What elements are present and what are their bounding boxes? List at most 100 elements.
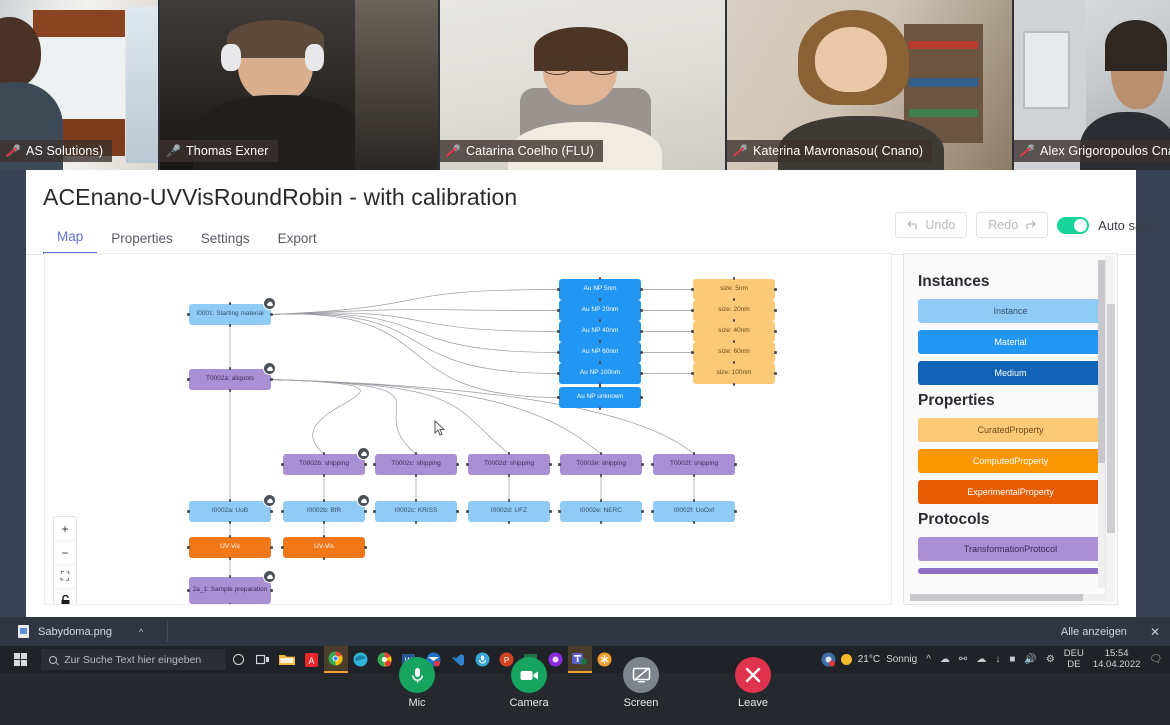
node-port[interactable] xyxy=(549,510,552,513)
adobe-reader-button[interactable]: A xyxy=(299,646,323,673)
graph-node[interactable]: T0002f: shipping xyxy=(653,454,735,475)
edge-button[interactable] xyxy=(348,646,372,673)
node-port[interactable] xyxy=(640,372,643,375)
node-port[interactable] xyxy=(228,557,232,560)
graph-node[interactable]: size: 5nm xyxy=(693,279,775,300)
chrome-button[interactable] xyxy=(323,646,349,673)
node-port[interactable] xyxy=(598,277,602,280)
node-port[interactable] xyxy=(187,510,190,513)
video-tile-0[interactable]: 🎤 AS Solutions) xyxy=(0,0,160,170)
node-port[interactable] xyxy=(466,510,469,513)
node-port[interactable] xyxy=(507,474,511,477)
node-port[interactable] xyxy=(774,330,777,333)
chevron-up-icon[interactable]: ^ xyxy=(139,627,143,637)
node-port[interactable] xyxy=(732,361,736,364)
node-port[interactable] xyxy=(270,546,273,549)
teams-button[interactable] xyxy=(567,646,592,673)
screen-share-off-icon[interactable] xyxy=(623,657,659,693)
graph-node[interactable]: UV-Vis xyxy=(189,537,271,558)
node-port[interactable] xyxy=(228,302,232,305)
node-port[interactable] xyxy=(774,309,777,312)
purple-app-button[interactable] xyxy=(543,646,567,673)
node-port[interactable] xyxy=(558,463,561,466)
tab-settings[interactable]: Settings xyxy=(187,225,264,254)
node-port[interactable] xyxy=(228,389,232,392)
lock-button[interactable] xyxy=(54,589,76,604)
start-button[interactable] xyxy=(0,646,41,673)
vscode-button[interactable] xyxy=(446,646,470,673)
graph-node[interactable]: T0002e: shipping xyxy=(560,454,642,475)
node-port[interactable] xyxy=(507,521,511,524)
node-port[interactable] xyxy=(692,474,696,477)
node-port[interactable] xyxy=(557,288,560,291)
node-port[interactable] xyxy=(466,463,469,466)
node-port[interactable] xyxy=(281,463,284,466)
tab-properties[interactable]: Properties xyxy=(97,225,187,254)
node-port[interactable] xyxy=(640,288,643,291)
graph-node[interactable]: I0002a: UoB xyxy=(189,501,271,522)
node-port[interactable] xyxy=(598,298,602,301)
node-cloud-badge-icon[interactable] xyxy=(357,447,370,460)
bluetooth-icon[interactable]: ⚯ xyxy=(959,654,967,665)
node-port[interactable] xyxy=(364,463,367,466)
node-port[interactable] xyxy=(414,499,418,502)
fit-screen-button[interactable]: ⛶ xyxy=(54,565,76,589)
node-port[interactable] xyxy=(414,452,418,455)
graph-node[interactable]: UV-Vis xyxy=(283,537,365,558)
graph-node[interactable]: T0002b: shipping xyxy=(283,454,365,475)
node-port[interactable] xyxy=(281,546,284,549)
autosave-toggle[interactable] xyxy=(1057,216,1090,234)
node-port[interactable] xyxy=(691,309,694,312)
weather-widget[interactable]: 21°C Sonnig xyxy=(840,654,917,665)
palette-item[interactable]: ComputedProperty xyxy=(918,449,1103,473)
node-port[interactable] xyxy=(507,452,511,455)
node-port[interactable] xyxy=(228,499,232,502)
graph-canvas[interactable]: I0001: Starting material T0002a: aliquots… xyxy=(44,253,892,605)
node-port[interactable] xyxy=(598,407,602,410)
node-port[interactable] xyxy=(641,510,644,513)
node-port[interactable] xyxy=(228,575,232,578)
node-port[interactable] xyxy=(373,510,376,513)
clock[interactable]: 15:54 14.04.2022 xyxy=(1093,648,1141,670)
graph-node[interactable]: Au NP 60nm xyxy=(559,342,641,363)
volume-icon[interactable]: 🔊 xyxy=(1024,654,1036,665)
node-port[interactable] xyxy=(640,330,643,333)
orange-app-button[interactable] xyxy=(592,646,616,673)
node-port[interactable] xyxy=(270,313,273,316)
node-port[interactable] xyxy=(691,372,694,375)
graph-node[interactable]: T0002c: shipping xyxy=(375,454,457,475)
node-port[interactable] xyxy=(414,521,418,524)
graph-node[interactable]: size: 20nm xyxy=(693,300,775,321)
palette-item[interactable]: TransformationProtocol xyxy=(918,537,1103,561)
cortana-mic-button[interactable] xyxy=(470,646,494,673)
node-port[interactable] xyxy=(549,463,552,466)
node-cloud-badge-icon[interactable] xyxy=(263,362,276,375)
palette-item-partial[interactable] xyxy=(918,568,1103,574)
node-port[interactable] xyxy=(641,463,644,466)
node-cloud-badge-icon[interactable] xyxy=(263,297,276,310)
node-port[interactable] xyxy=(692,521,696,524)
node-port[interactable] xyxy=(270,510,273,513)
node-port[interactable] xyxy=(322,452,326,455)
palette-scrollbar-vertical[interactable] xyxy=(1098,260,1105,588)
node-port[interactable] xyxy=(456,510,459,513)
node-port[interactable] xyxy=(640,396,643,399)
node-port[interactable] xyxy=(732,340,736,343)
node-port[interactable] xyxy=(598,385,602,388)
node-port[interactable] xyxy=(598,361,602,364)
node-port[interactable] xyxy=(691,288,694,291)
graph-node[interactable]: I0002c: KRISS xyxy=(375,501,457,522)
node-port[interactable] xyxy=(364,510,367,513)
node-port[interactable] xyxy=(599,521,603,524)
graph-node[interactable]: Au NP 100nm xyxy=(559,363,641,384)
graph-node[interactable]: I0002e: NERC xyxy=(560,501,642,522)
show-all-downloads-button[interactable]: Alle anzeigen xyxy=(1052,622,1136,642)
chrome-button-2[interactable] xyxy=(372,646,396,673)
node-port[interactable] xyxy=(187,313,190,316)
camera-icon[interactable] xyxy=(511,657,547,693)
node-cloud-badge-icon[interactable] xyxy=(357,494,370,507)
palette-item[interactable]: ExperimentalProperty xyxy=(918,480,1103,504)
node-port[interactable] xyxy=(558,510,561,513)
video-tile-2[interactable]: 🎤 Catarina Coelho (FLU) xyxy=(440,0,727,170)
node-cloud-badge-icon[interactable] xyxy=(263,494,276,507)
